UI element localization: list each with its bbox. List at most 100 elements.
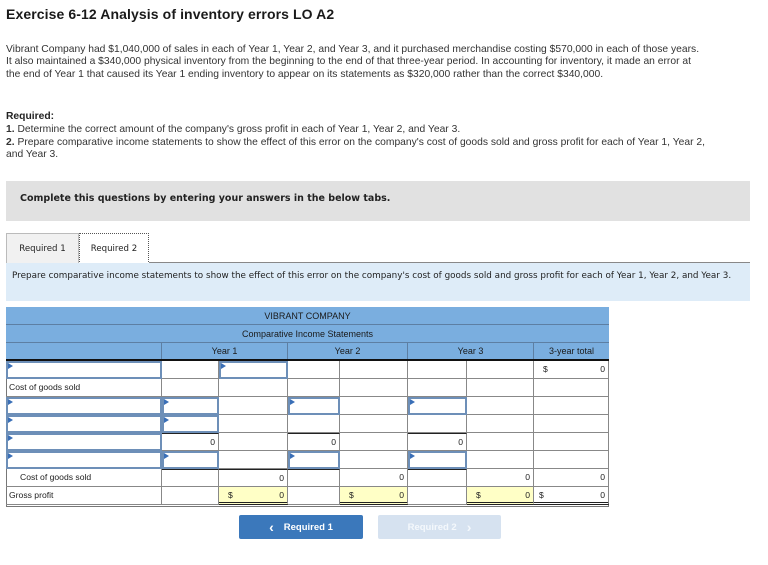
row-5-y1a: 0	[162, 433, 219, 451]
gp-total-dollar: $	[539, 490, 544, 500]
row-2-label: Cost of goods sold	[6, 379, 162, 397]
row-6-y1a-input[interactable]	[162, 451, 219, 469]
prev-required-1-button[interactable]: ‹ Required 1	[239, 515, 363, 539]
row-5-y3a-value: 0	[458, 437, 463, 447]
cogs-section-label: Cost of goods sold	[9, 382, 81, 392]
instructions-bar: Complete this questions by entering your…	[6, 181, 750, 221]
gross-profit-year-3: $ 0	[467, 487, 534, 505]
row-1-total: $ 0	[534, 361, 609, 379]
next-required-2-button[interactable]: Required 2 ›	[378, 515, 501, 539]
company-name: VIBRANT COMPANY	[264, 310, 351, 321]
instructions-text: Complete this questions by entering your…	[20, 193, 391, 204]
statement-title: Comparative Income Statements	[241, 328, 374, 339]
row-2-y3b	[467, 379, 534, 397]
tab-required-1[interactable]: Required 1	[6, 233, 79, 263]
row-1-total-dollar: $	[543, 364, 548, 374]
required-item-1-text: Determine the correct amount of the comp…	[17, 124, 461, 135]
row-cogs-total: 0	[534, 469, 609, 487]
gross-profit-year-2: $ 0	[340, 487, 408, 505]
row-5-y3b	[467, 433, 534, 451]
problem-description: Vibrant Company had $1,040,000 of sales …	[6, 44, 700, 80]
row-3-y1b	[219, 397, 288, 415]
required-item-2: 2. Prepare comparative income statements…	[6, 137, 706, 162]
row-1-y2a	[288, 361, 340, 379]
gross-profit-year-1: $ 0	[219, 487, 288, 505]
required-item-1: 1. Determine the correct amount of the c…	[6, 124, 706, 136]
gp-y1-dollar: $	[228, 490, 233, 500]
row-4-y3b	[467, 415, 534, 433]
row-5-y2a-value: 0	[331, 437, 336, 447]
header-label-col	[6, 343, 162, 359]
row-cogs-y2: 0	[340, 469, 408, 487]
row-cogs-label: Cost of goods sold	[6, 469, 162, 487]
row-cogs-y1a	[162, 469, 219, 487]
row-cogs-y3a	[408, 469, 467, 487]
next-button-label: Required 2	[407, 521, 457, 533]
row-5-total	[534, 433, 609, 451]
row-2-y2a	[288, 379, 340, 397]
gp-y3-value: 0	[525, 490, 530, 500]
cogs-total-label: Cost of goods sold	[20, 472, 92, 482]
row-3-total	[534, 397, 609, 415]
tab-prompt-text: Prepare comparative income statements to…	[12, 271, 732, 281]
row-gp-y2a	[288, 487, 340, 505]
row-4-y1a-input[interactable]	[162, 415, 219, 433]
row-4-y3a	[408, 415, 467, 433]
tab-prompt: Prepare comparative income statements to…	[6, 263, 750, 301]
cogs-year-3-value: 0	[525, 472, 530, 482]
row-5-y3a: 0	[408, 433, 467, 451]
chevron-left-icon: ‹	[269, 519, 274, 535]
row-6-total	[534, 451, 609, 469]
row-5-label-input[interactable]	[6, 433, 162, 451]
gp-y2-dollar: $	[349, 490, 354, 500]
gross-profit-total: $ 0	[534, 487, 609, 505]
row-1-y2b	[340, 361, 408, 379]
row-2-total	[534, 379, 609, 397]
required-item-2-text: Prepare comparative income statements to…	[6, 137, 705, 161]
row-gross-profit-label: Gross profit	[6, 487, 162, 505]
gp-y3-dollar: $	[476, 490, 481, 500]
row-cogs-y3: 0	[467, 469, 534, 487]
cogs-year-2-value: 0	[399, 472, 404, 482]
exercise-title: Exercise 6-12 Analysis of inventory erro…	[6, 6, 335, 22]
row-4-y2a	[288, 415, 340, 433]
row-5-y1b	[219, 433, 288, 451]
row-4-y1b	[219, 415, 288, 433]
row-cogs-y1: 0	[219, 469, 288, 487]
row-6-y3a-input[interactable]	[408, 451, 467, 469]
required-item-2-number: 2.	[6, 137, 15, 148]
chevron-right-icon: ›	[466, 519, 472, 535]
header-statement-row: Comparative Income Statements	[6, 325, 609, 343]
cogs-year-1-value: 0	[279, 473, 284, 483]
row-1-y1b-input[interactable]	[219, 361, 288, 379]
row-5-y1a-value: 0	[210, 437, 215, 447]
row-4-label-input[interactable]	[6, 415, 162, 433]
row-2-y1b	[219, 379, 288, 397]
row-3-y3a-input[interactable]	[408, 397, 467, 415]
row-gp-y1a	[162, 487, 219, 505]
cogs-total-value: 0	[600, 472, 605, 482]
gp-y2-value: 0	[399, 490, 404, 500]
row-6-label-input[interactable]	[6, 451, 162, 469]
row-6-y1b	[219, 451, 288, 469]
tab-required-2[interactable]: Required 2	[79, 233, 149, 264]
header-columns-row: Year 1 Year 2 Year 3 3-year total	[6, 343, 609, 361]
row-6-y2b	[340, 451, 408, 469]
row-1-y3a	[408, 361, 467, 379]
row-3-y2a-input[interactable]	[288, 397, 340, 415]
row-1-label-input[interactable]	[6, 361, 162, 379]
row-4-y2b	[340, 415, 408, 433]
row-4-total	[534, 415, 609, 433]
row-6-y2a-input[interactable]	[288, 451, 340, 469]
row-gp-y3a	[408, 487, 467, 505]
header-year-3: Year 3	[408, 343, 534, 359]
required-item-1-number: 1.	[6, 124, 15, 135]
row-3-y1a-input[interactable]	[162, 397, 219, 415]
header-3-year-total: 3-year total	[548, 346, 595, 356]
row-1-total-value: 0	[600, 364, 605, 374]
row-3-label-input[interactable]	[6, 397, 162, 415]
header-company-row: VIBRANT COMPANY	[6, 307, 609, 325]
header-year-2: Year 2	[288, 343, 408, 359]
gross-profit-label: Gross profit	[9, 490, 54, 500]
row-3-y3b	[467, 397, 534, 415]
